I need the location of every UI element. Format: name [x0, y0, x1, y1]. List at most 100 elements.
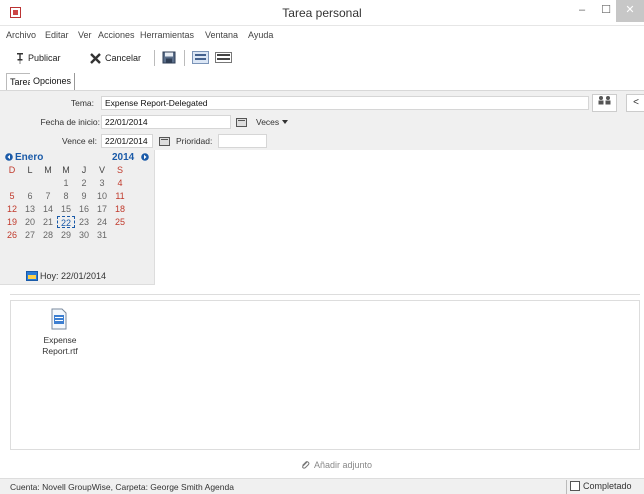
due-date-label: Vence el: [62, 136, 97, 146]
calendar-day-header: M [62, 165, 70, 175]
due-date-field[interactable]: 22/01/2014 [101, 134, 153, 148]
calendar-day[interactable]: 26 [3, 229, 21, 241]
status-text: Cuenta: Novell GroupWise, Carpeta: Georg… [10, 482, 234, 492]
title-bar: Tarea personal – ☐ ✕ [0, 0, 644, 26]
subject-label: Tema: [70, 98, 94, 108]
calendar-day[interactable]: 31 [93, 229, 111, 241]
calendar-day[interactable]: 5 [3, 190, 21, 202]
calendar-day[interactable]: 11 [111, 190, 129, 202]
today-label: Hoy: 22/01/2014 [40, 271, 107, 281]
menu-bar: Archivo Editar Ver Acciones Herramientas… [0, 28, 644, 42]
calendar-day[interactable]: 29 [57, 229, 75, 241]
pin-icon [17, 52, 23, 64]
toolbar-separator [184, 50, 185, 66]
priority-field[interactable] [218, 134, 267, 148]
calendar-selected-day[interactable]: 22 [57, 216, 75, 228]
start-date-label: Fecha de inicio: [40, 117, 100, 127]
calendar-day[interactable]: 13 [21, 203, 39, 215]
calendar-day[interactable]: 2 [75, 177, 93, 189]
calendar-day[interactable]: 21 [39, 216, 57, 228]
chevron-left-icon: < [633, 97, 639, 108]
save-icon[interactable] [162, 51, 176, 64]
calendar-day-header: L [27, 165, 33, 175]
times-label: Veces [256, 117, 280, 127]
collapse-button[interactable]: < [626, 94, 644, 112]
window-title: Tarea personal [282, 6, 362, 20]
completed-label: Completado [583, 481, 632, 491]
people-icon [598, 96, 610, 105]
start-date-field[interactable]: 22/01/2014 [101, 115, 231, 129]
cancel-x-icon [90, 52, 101, 64]
cancel-button[interactable]: Cancelar [90, 50, 141, 66]
address-book-button[interactable] [592, 94, 617, 112]
calendar-day[interactable]: 4 [111, 177, 129, 189]
calendar-picker-icon[interactable] [159, 137, 170, 146]
view-form-icon[interactable] [192, 51, 209, 64]
task-form: Tema: Expense Report-Delegated < Fecha d… [0, 90, 644, 150]
calendar-day[interactable]: 17 [93, 203, 111, 215]
times-dropdown[interactable]: Veces [256, 117, 289, 127]
menu-ver[interactable]: Ver [78, 30, 92, 40]
calendar-day-header: D [8, 165, 16, 175]
menu-archivo[interactable]: Archivo [6, 30, 36, 40]
publish-label: Publicar [28, 53, 61, 63]
view-list-icon[interactable] [215, 51, 232, 64]
calendar-day[interactable]: 8 [57, 190, 75, 202]
calendar-day[interactable]: 27 [21, 229, 39, 241]
calendar-day[interactable]: 24 [93, 216, 111, 228]
calendar-day[interactable]: 15 [57, 203, 75, 215]
today-link[interactable]: Hoy: 22/01/2014 [26, 271, 106, 281]
menu-ayuda[interactable]: Ayuda [248, 30, 273, 40]
next-month-icon[interactable] [141, 153, 149, 161]
toolbar: Publicar Cancelar [0, 46, 644, 68]
calendar-month: Enero [15, 152, 44, 163]
today-calendar-icon [26, 271, 38, 281]
publish-button[interactable]: Publicar [16, 50, 61, 66]
subject-field[interactable]: Expense Report-Delegated [101, 96, 589, 110]
menu-editar[interactable]: Editar [45, 30, 69, 40]
calendar-day[interactable]: 16 [75, 203, 93, 215]
status-separator [566, 480, 567, 494]
rtf-file-icon[interactable] [50, 308, 68, 330]
calendar-day[interactable]: 1 [57, 177, 75, 189]
calendar-day[interactable]: 25 [111, 216, 129, 228]
status-bar: Cuenta: Novell GroupWise, Carpeta: Georg… [0, 478, 644, 494]
paperclip-icon [302, 461, 310, 469]
calendar-day[interactable]: 23 [75, 216, 93, 228]
add-attachment-label: Añadir adjunto [314, 460, 373, 470]
checkbox-box [570, 481, 580, 491]
maximize-button[interactable]: ☐ [594, 0, 618, 22]
add-attachment-button[interactable]: Añadir adjunto [300, 460, 372, 470]
attachment-file[interactable]: Expense Report.rtf [38, 335, 82, 357]
calendar-picker-icon[interactable] [236, 118, 247, 127]
calendar-day-header: J [81, 165, 87, 175]
close-button[interactable]: ✕ [616, 0, 644, 22]
calendar-day[interactable]: 20 [21, 216, 39, 228]
cancel-label: Cancelar [105, 53, 142, 63]
calendar-day[interactable]: 9 [75, 190, 93, 202]
calendar-day[interactable]: 3 [93, 177, 111, 189]
menu-herramientas[interactable]: Herramientas [140, 30, 194, 40]
calendar-day[interactable]: 28 [39, 229, 57, 241]
calendar-day[interactable]: 10 [93, 190, 111, 202]
calendar-day[interactable]: 12 [3, 203, 21, 215]
menu-acciones[interactable]: Acciones [98, 30, 135, 40]
completed-checkbox[interactable]: Completado [570, 481, 632, 491]
minimize-button[interactable]: – [570, 0, 594, 22]
calendar-day-header: M [44, 165, 52, 175]
file-name-line1: Expense [43, 335, 77, 345]
prev-month-icon[interactable] [5, 153, 13, 161]
divider [10, 294, 640, 295]
calendar-day[interactable]: 6 [21, 190, 39, 202]
calendar-day[interactable]: 19 [3, 216, 21, 228]
tab-opciones[interactable]: Opciones [30, 73, 76, 91]
calendar-year: 2014 [112, 152, 135, 163]
chevron-down-icon [282, 120, 289, 124]
menu-ventana[interactable]: Ventana [205, 30, 238, 40]
calendar-day[interactable]: 30 [75, 229, 93, 241]
attachments-area [10, 300, 640, 450]
toolbar-separator [154, 50, 155, 66]
calendar-day[interactable]: 18 [111, 203, 129, 215]
calendar-day[interactable]: 14 [39, 203, 57, 215]
calendar-day[interactable]: 7 [39, 190, 57, 202]
